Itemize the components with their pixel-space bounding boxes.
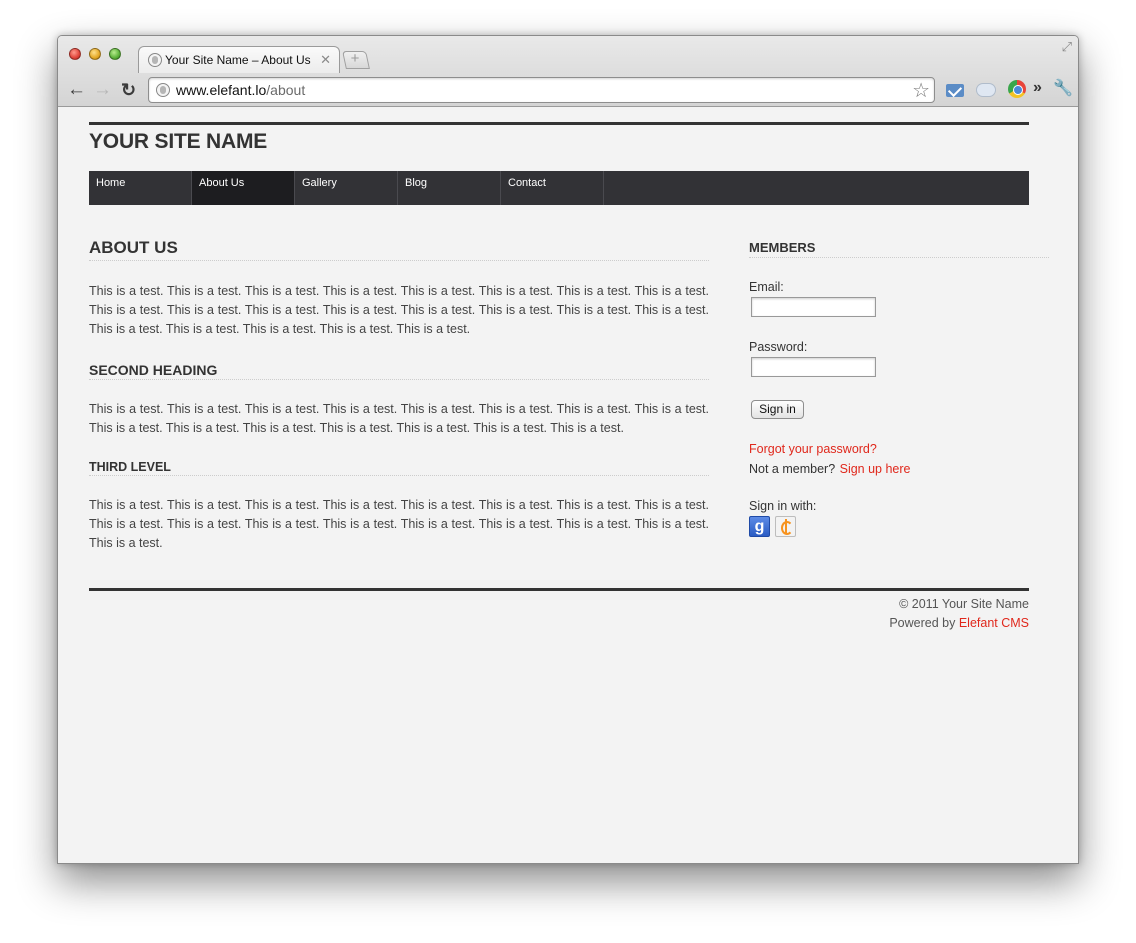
tab-title: Your Site Name – About Us: [165, 53, 311, 67]
sign-in-with-label: Sign in with:: [749, 499, 817, 513]
nav-contact[interactable]: Contact: [501, 171, 604, 205]
provider-row: g: [749, 516, 1049, 537]
paragraph-1: This is a test. This is a test. This is …: [89, 284, 709, 336]
browser-chrome: Your Site Name – About Us ✕ ⤢ ← → ↻ www.…: [58, 36, 1078, 107]
more-extensions-icon[interactable]: »: [1033, 79, 1051, 97]
url-host: www.elefant.lo: [176, 82, 267, 98]
paragraph-3: This is a test. This is a test. This is …: [89, 498, 709, 550]
new-tab-button[interactable]: [342, 51, 370, 69]
powered-by-row: Powered by Elefant CMS: [889, 614, 1029, 633]
powered-by-text: Powered by: [889, 616, 956, 630]
main-nav: Home About Us Gallery Blog Contact: [89, 171, 1029, 205]
footer: © 2011 Your Site Name Powered by Elefant…: [889, 595, 1029, 633]
address-bar[interactable]: www.elefant.lo/about ☆: [148, 77, 935, 103]
forgot-password-link[interactable]: Forgot your password?: [749, 442, 877, 456]
password-field[interactable]: [751, 357, 876, 377]
third-heading: THIRD LEVEL: [89, 460, 709, 476]
openid-icon[interactable]: [775, 516, 797, 537]
copyright-text: © 2011 Your Site Name: [899, 597, 1029, 611]
header-rule: [89, 122, 1029, 125]
cloud-extension-icon[interactable]: [976, 83, 996, 97]
wrench-menu-icon[interactable]: 🔧: [1053, 78, 1073, 97]
nav-about-us[interactable]: About Us: [192, 171, 295, 205]
sign-in-button[interactable]: Sign in: [751, 400, 804, 419]
nav-gallery[interactable]: Gallery: [295, 171, 398, 205]
close-tab-icon[interactable]: ✕: [320, 52, 331, 68]
email-label: Email:: [749, 280, 784, 294]
minimize-window-button[interactable]: [89, 48, 101, 60]
globe-icon: [156, 83, 170, 97]
page-title: ABOUT US: [89, 238, 709, 261]
paragraph-2: This is a test. This is a test. This is …: [89, 402, 709, 435]
second-heading: SECOND HEADING: [89, 362, 709, 380]
close-window-button[interactable]: [69, 48, 81, 60]
browser-toolbar: ← → ↻ www.elefant.lo/about ☆ » 🔧: [58, 74, 1078, 107]
nav-blog[interactable]: Blog: [398, 171, 501, 205]
mail-extension-icon[interactable]: [946, 84, 964, 97]
bookmark-star-icon[interactable]: ☆: [912, 78, 930, 103]
sign-up-link[interactable]: Sign up here: [840, 462, 911, 476]
email-field[interactable]: [751, 297, 876, 317]
members-title: MEMBERS: [749, 240, 1049, 258]
signup-row: Not a member? Sign up here: [749, 460, 1049, 478]
browser-window: Your Site Name – About Us ✕ ⤢ ← → ↻ www.…: [57, 35, 1079, 864]
page-viewport: YOUR SITE NAME Home About Us Gallery Blo…: [58, 108, 1078, 863]
password-label: Password:: [749, 340, 808, 354]
footer-rule: [89, 588, 1029, 591]
maximize-window-button[interactable]: [109, 48, 121, 60]
back-button[interactable]: ←: [67, 80, 86, 100]
site-name[interactable]: YOUR SITE NAME: [89, 130, 267, 154]
forgot-row: Forgot your password?: [749, 440, 1049, 458]
nav-home[interactable]: Home: [89, 171, 192, 205]
forward-button[interactable]: →: [93, 80, 112, 100]
members-sidebar: MEMBERS Email: Password: Sign in Forgot …: [749, 240, 1049, 537]
elefant-cms-link[interactable]: Elefant CMS: [959, 616, 1029, 630]
signin-row: Sign in: [749, 400, 1049, 419]
fullscreen-icon[interactable]: ⤢: [1062, 39, 1072, 55]
globe-icon: [148, 53, 162, 67]
google-icon[interactable]: g: [749, 516, 770, 537]
not-member-text: Not a member?: [749, 462, 836, 476]
reload-button[interactable]: ↻: [121, 80, 136, 100]
url-text[interactable]: www.elefant.lo/about: [176, 82, 305, 98]
url-path: /about: [266, 82, 306, 98]
browser-tab[interactable]: Your Site Name – About Us ✕: [138, 46, 340, 73]
main-content: ABOUT US This is a test. This is a test.…: [89, 238, 709, 553]
chrome-extension-icon[interactable]: [1008, 80, 1026, 98]
